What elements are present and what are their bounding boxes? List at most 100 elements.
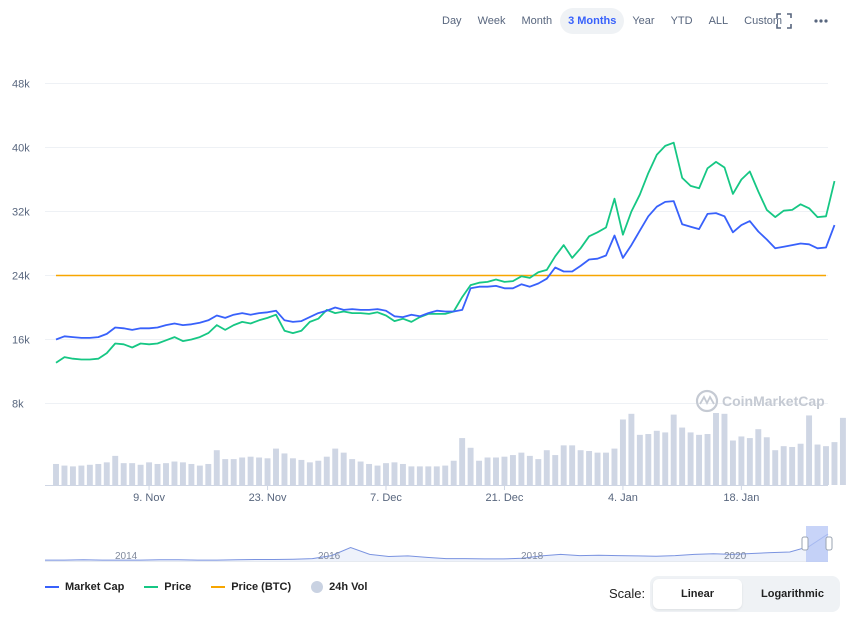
volume-bar	[746, 438, 753, 485]
volume-bar	[179, 462, 186, 485]
volume-bar	[713, 413, 719, 485]
volume-bar	[823, 446, 829, 485]
navigator-area	[45, 534, 828, 561]
volume-bar	[103, 462, 110, 485]
volume-bar	[442, 465, 449, 485]
volume-bar	[569, 445, 576, 485]
volume-bar	[289, 458, 296, 485]
legend-swatch	[311, 581, 324, 593]
x-axis-labels: 9. Nov 23. Nov 7. Dec 21. Dec 4. Jan 18. Jan	[133, 486, 759, 504]
grid-lines	[45, 83, 828, 404]
volume-bar	[772, 450, 779, 485]
volume-bar	[340, 452, 347, 485]
volume-bar	[806, 415, 813, 485]
volume-bar	[230, 459, 237, 485]
volume-bar	[729, 440, 736, 485]
volume-bar	[704, 434, 711, 485]
series-line-market-cap	[55, 200, 836, 341]
volume-bar	[163, 463, 169, 485]
volume-bar	[738, 436, 745, 485]
legend-price[interactable]: Price	[144, 581, 191, 593]
volume-bar	[814, 444, 821, 485]
volume-bar	[53, 463, 59, 485]
y-tick-label: 8k	[12, 399, 24, 411]
series-line-price	[55, 141, 836, 364]
volume-bar	[137, 464, 144, 485]
volume-bar	[518, 452, 525, 485]
volume-bar	[112, 455, 119, 485]
volume-bar	[679, 427, 686, 485]
volume-bar	[509, 455, 516, 485]
volume-bar	[560, 445, 567, 485]
y-tick-label: 40k	[12, 143, 30, 155]
y-tick-label: 32k	[12, 207, 30, 219]
legend-label: Market Cap	[65, 581, 125, 593]
volume-bar	[662, 432, 669, 485]
scale-label: Scale:	[609, 586, 646, 601]
volume-bars	[53, 413, 846, 485]
volume-bar	[366, 463, 373, 485]
volume-bar	[61, 465, 68, 485]
y-tick-label: 24k	[12, 271, 30, 283]
volume-bar	[687, 432, 694, 485]
navigator-right-handle[interactable]	[825, 536, 833, 551]
volume-bar	[69, 466, 76, 485]
coinmarketcap-watermark: CoinMarketCap	[695, 389, 825, 413]
volume-bar	[721, 413, 728, 485]
volume-bar	[577, 450, 584, 485]
volume-bar	[239, 457, 246, 485]
x-tick-label: 4. Jan	[608, 492, 638, 504]
volume-bar	[535, 459, 542, 485]
scale-linear-button[interactable]: Linear	[653, 579, 742, 609]
navigator-selection[interactable]	[806, 526, 828, 562]
volume-bar	[797, 443, 804, 485]
volume-bar	[349, 459, 356, 485]
volume-bar	[205, 463, 212, 485]
volume-bar	[645, 434, 652, 485]
volume-bar	[408, 466, 415, 485]
x-tick-label: 23. Nov	[249, 492, 287, 504]
volume-bar	[780, 446, 787, 485]
volume-bar	[256, 457, 263, 485]
navigator-year-label: 2016	[318, 551, 341, 562]
volume-bar	[476, 460, 483, 485]
volume-bar	[146, 462, 153, 485]
volume-bar	[552, 455, 559, 485]
range-navigator[interactable]: 2014 2016 2018 2020	[0, 520, 849, 580]
volume-bar	[603, 452, 609, 485]
volume-bar	[120, 463, 127, 485]
volume-bar	[696, 434, 703, 485]
volume-bar	[222, 459, 229, 485]
navigator-left-handle[interactable]	[801, 536, 809, 551]
volume-bar	[95, 463, 102, 485]
volume-bar	[78, 465, 85, 485]
volume-bar	[374, 465, 381, 485]
navigator-year-label: 2018	[521, 551, 544, 562]
series-lines	[55, 141, 836, 364]
volume-bar	[839, 417, 846, 485]
volume-bar	[755, 429, 762, 485]
legend-market-cap[interactable]: Market Cap	[45, 581, 124, 593]
volume-bar	[171, 461, 178, 485]
x-tick-label: 7. Dec	[370, 492, 402, 504]
price-chart[interactable]: 8k 16k 24k 32k 40k 48k CoinMarketCap 9. Nov 23…	[0, 0, 849, 520]
legend-24h-vol[interactable]: 24h Vol	[311, 581, 367, 593]
legend-label: Price	[164, 581, 192, 593]
volume-bar	[383, 463, 389, 485]
volume-bar	[399, 463, 406, 485]
volume-bar	[636, 434, 643, 485]
scale-logarithmic-button[interactable]: Logarithmic	[748, 579, 837, 609]
x-tick-label: 21. Dec	[486, 492, 524, 504]
legend-label: Price (BTC)	[231, 581, 292, 593]
volume-bar	[586, 451, 593, 485]
navigator-year-label: 2014	[115, 551, 138, 562]
volume-bar	[459, 438, 466, 485]
legend-price-btc[interactable]: Price (BTC)	[211, 581, 291, 593]
volume-bar	[501, 456, 508, 485]
volume-bar	[467, 447, 474, 485]
volume-bar	[332, 448, 339, 485]
volume-bar	[763, 437, 770, 485]
legend-swatch	[211, 586, 226, 588]
volume-bar	[86, 464, 93, 485]
volume-bar	[653, 430, 660, 485]
